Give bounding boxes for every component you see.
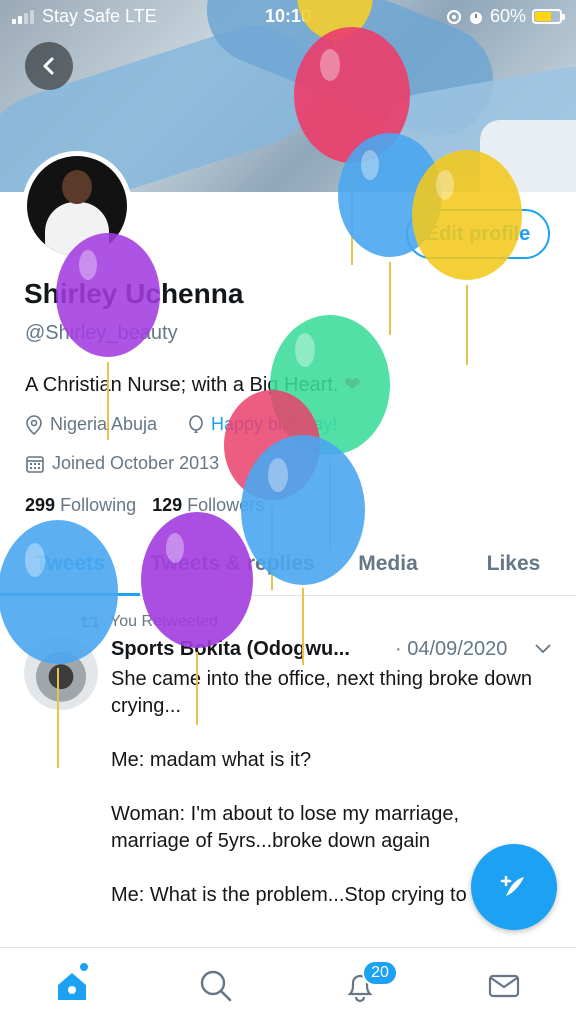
birthday-text[interactable]: Happy birthday! xyxy=(211,414,337,435)
following-link[interactable]: 299 Following xyxy=(25,495,136,516)
profile-handle: @Shirley_beauty xyxy=(25,322,178,344)
retweet-icon xyxy=(80,615,100,629)
bio-text: A Christian Nurse; with a Big Heart. xyxy=(25,374,339,396)
bottom-navigation xyxy=(0,947,576,1024)
compose-tweet-button[interactable] xyxy=(471,844,557,930)
profile-tabs: Tweets Tweets & replies Media Likes xyxy=(0,532,576,596)
profile-joined: Joined October 2013 xyxy=(25,453,219,474)
nav-home[interactable] xyxy=(52,966,92,1006)
tweet-date: · 04/09/2020 xyxy=(395,638,508,660)
calendar-icon xyxy=(26,455,44,473)
battery-percent: 60% xyxy=(489,6,526,26)
tab-likes[interactable]: Likes xyxy=(451,532,576,595)
followers-label: Followers xyxy=(187,495,265,515)
back-icon xyxy=(43,57,54,75)
status-bar: Stay Safe LTE 10:10 60% xyxy=(0,0,576,34)
profile-bio: A Christian Nurse; with a Big Heart. ❤ xyxy=(25,372,361,397)
follow-stats: 299 Following 129 Followers xyxy=(25,495,264,516)
tweet-avatar[interactable] xyxy=(24,636,98,710)
tab-media[interactable]: Media xyxy=(325,532,451,595)
home-new-dot xyxy=(80,963,88,971)
tweet-menu-button[interactable] xyxy=(534,638,552,659)
followers-count: 129 xyxy=(152,495,183,515)
balloon-icon xyxy=(189,414,203,433)
retweet-indicator: You Retweeted xyxy=(80,613,218,631)
followers-link[interactable]: 129 Followers xyxy=(152,495,264,516)
compose-icon xyxy=(500,875,524,896)
profile-avatar[interactable] xyxy=(22,151,132,261)
home-icon xyxy=(58,973,86,1000)
chevron-down-icon xyxy=(535,644,551,654)
nav-messages[interactable] xyxy=(484,966,524,1006)
nav-search[interactable] xyxy=(196,966,236,1006)
notification-badge: 20 xyxy=(362,960,398,986)
profile-birthday: Happy birthday! xyxy=(188,414,337,435)
location-icon xyxy=(26,414,42,435)
alarm-icon xyxy=(469,11,482,24)
tab-tweets-replies[interactable]: Tweets & replies xyxy=(140,532,325,595)
screen-lock-icon xyxy=(446,9,461,24)
tab-tweets[interactable]: Tweets xyxy=(0,532,140,596)
location-text: Nigeria Abuja xyxy=(50,414,158,434)
profile-name: Shirley Uchenna xyxy=(24,278,244,309)
status-right: 60% xyxy=(446,6,565,27)
retweet-label: You Retweeted xyxy=(110,613,218,630)
back-button[interactable] xyxy=(25,42,73,90)
battery-icon xyxy=(532,9,565,24)
tweet-author[interactable]: Sports Bokita (Odogwu... xyxy=(111,638,350,661)
heart-emoji-icon: ❤ xyxy=(344,374,361,396)
following-count: 299 xyxy=(25,495,56,515)
profile-location: Nigeria Abuja xyxy=(25,414,157,435)
joined-text: Joined October 2013 xyxy=(52,453,220,473)
edit-profile-button[interactable]: Edit profile xyxy=(406,209,550,259)
following-label: Following xyxy=(60,495,137,515)
search-icon xyxy=(200,970,232,1002)
mail-icon xyxy=(488,974,520,998)
banner-sleeve xyxy=(480,120,576,192)
